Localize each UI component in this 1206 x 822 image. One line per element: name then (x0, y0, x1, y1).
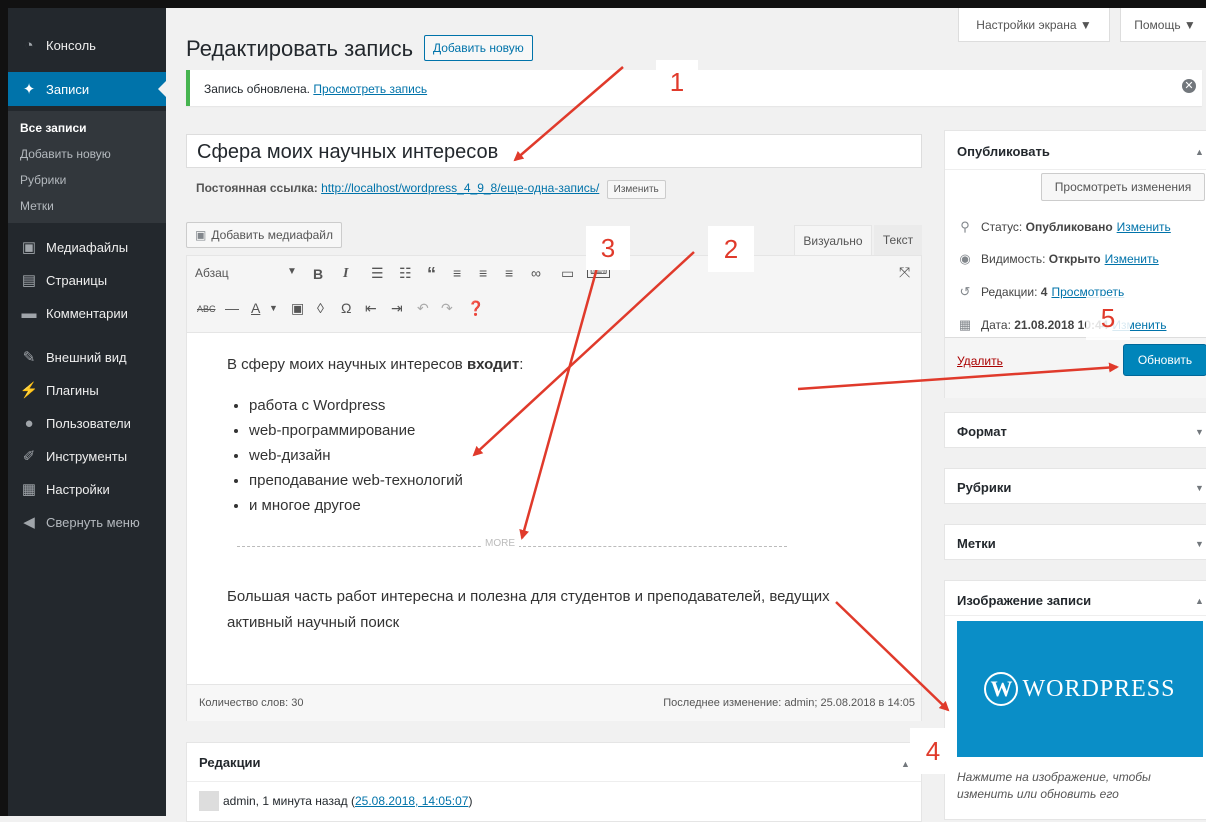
arrow-4 (835, 601, 950, 712)
annotation-number: 5 (1086, 296, 1130, 340)
arrow-2 (472, 251, 695, 457)
annotation-arrows (472, 66, 1119, 712)
annotation-number: 2 (708, 226, 754, 272)
annotation-number: 3 (586, 226, 630, 270)
arrow-3 (519, 267, 599, 540)
arrow-1 (513, 66, 624, 162)
arrow-5 (797, 362, 1119, 391)
annotation-number: 1 (656, 60, 698, 104)
annotation-number: 4 (910, 728, 956, 774)
